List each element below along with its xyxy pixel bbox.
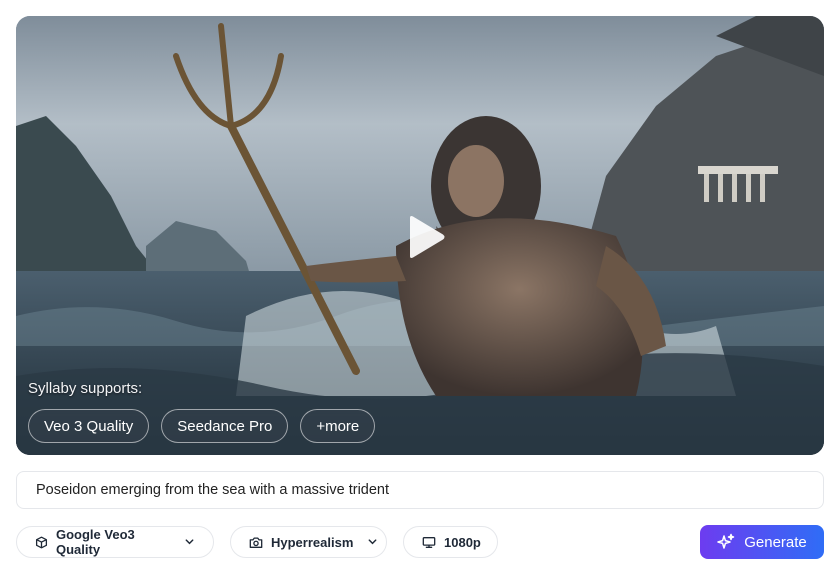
monitor-icon bbox=[422, 535, 436, 549]
play-button[interactable] bbox=[401, 212, 451, 262]
style-select-label: Hyperrealism bbox=[271, 534, 354, 550]
camera-icon bbox=[249, 535, 263, 549]
sparkle-icon bbox=[717, 533, 735, 551]
style-select[interactable]: Hyperrealism bbox=[230, 526, 387, 558]
video-preview[interactable]: Syllaby supports: Veo 3 Quality Seedance… bbox=[16, 16, 824, 455]
model-select-label: Google Veo3 Quality bbox=[56, 527, 135, 557]
chip-veo3-quality[interactable]: Veo 3 Quality bbox=[28, 409, 150, 443]
generate-button[interactable]: Generate bbox=[700, 525, 824, 559]
play-icon bbox=[410, 216, 445, 258]
prompt-input[interactable]: Poseidon emerging from the sea with a ma… bbox=[16, 471, 824, 509]
resolution-select-label: 1080p bbox=[444, 534, 481, 550]
chevron-down-icon bbox=[184, 535, 195, 550]
cube-icon bbox=[35, 535, 48, 549]
resolution-select[interactable]: 1080p bbox=[403, 526, 498, 558]
chip-seedance-pro[interactable]: Seedance Pro bbox=[161, 409, 289, 443]
model-chips: Veo 3 Quality Seedance Pro +more bbox=[28, 409, 376, 443]
chip-more[interactable]: +more bbox=[300, 409, 376, 443]
chevron-down-icon bbox=[367, 535, 378, 550]
supports-label: Syllaby supports: bbox=[28, 380, 143, 397]
model-select[interactable]: Google Veo3 Quality bbox=[16, 526, 214, 558]
generate-button-label: Generate bbox=[744, 533, 807, 551]
